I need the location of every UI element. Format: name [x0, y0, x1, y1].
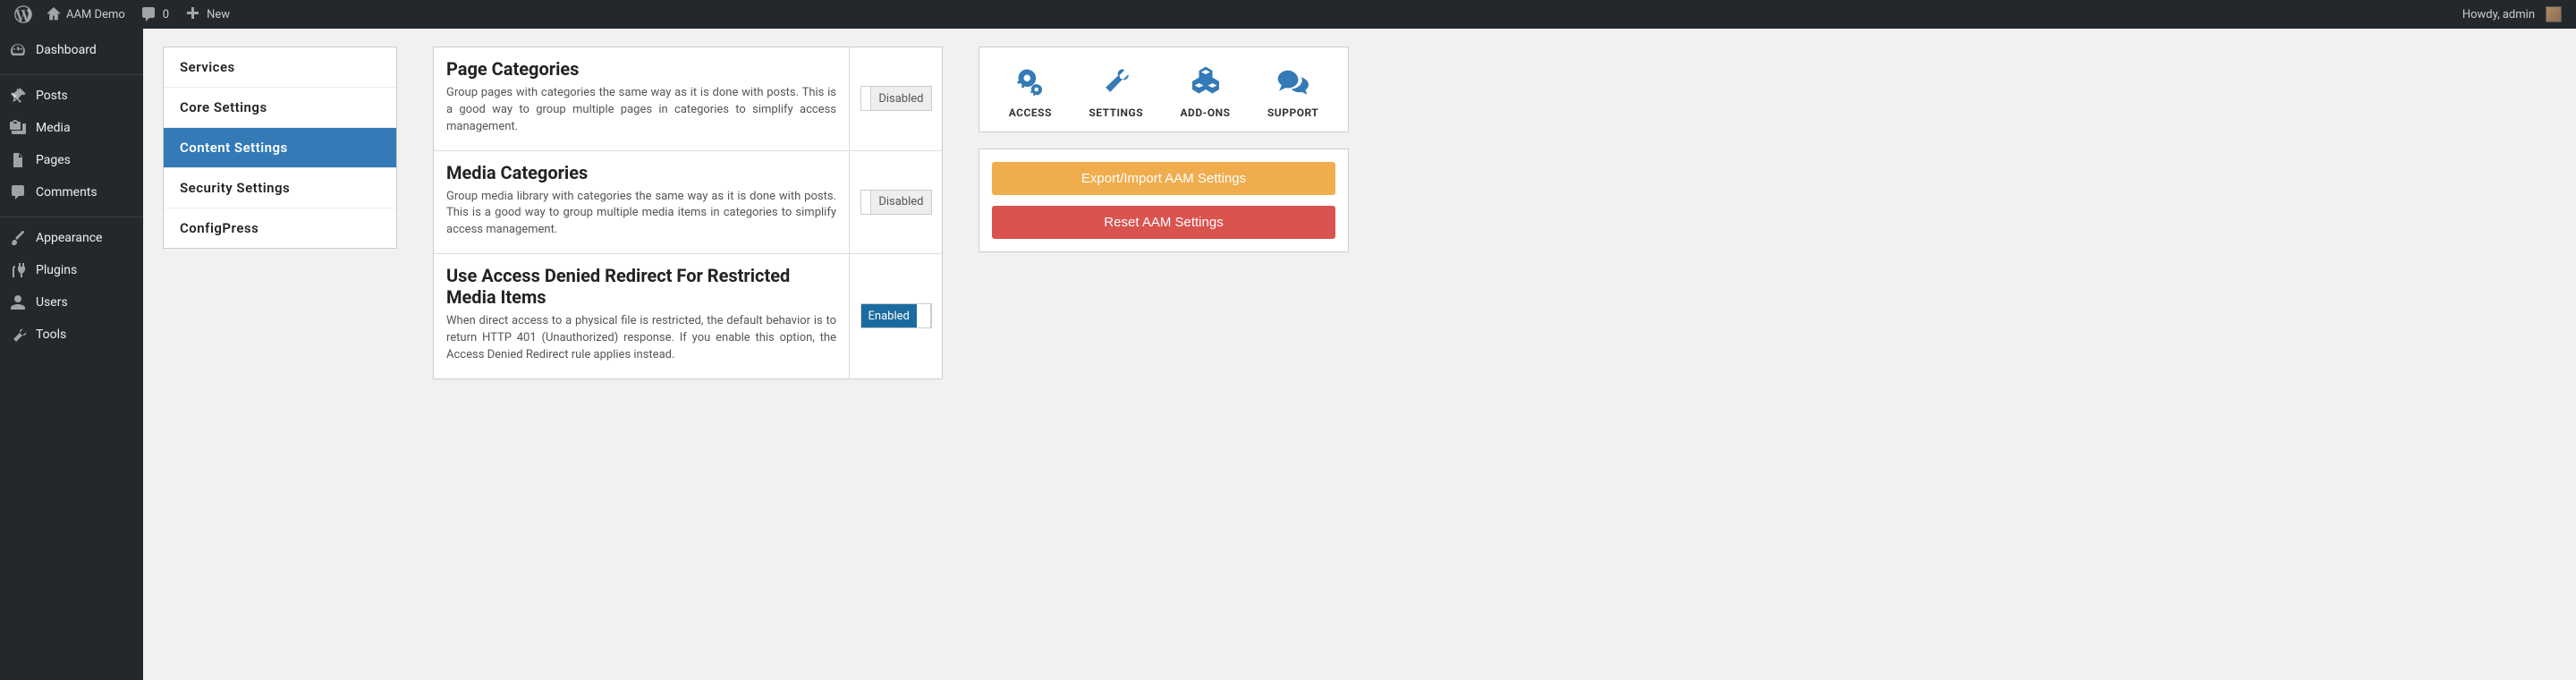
- new-content[interactable]: New: [176, 0, 237, 29]
- menu-separator: [0, 213, 143, 217]
- brush-icon: [9, 229, 27, 247]
- nav-caption: SUPPORT: [1267, 106, 1318, 119]
- toggle-access-denied-redirect[interactable]: Enabled: [860, 303, 932, 328]
- wordpress-icon: [14, 5, 32, 23]
- nav-access[interactable]: ACCESS: [1009, 65, 1052, 119]
- cogs-icon: [1014, 65, 1046, 98]
- menu-dashboard[interactable]: Dashboard: [0, 34, 143, 66]
- menu-label: Users: [36, 295, 68, 310]
- settings-panel: Page Categories Group pages with categor…: [433, 47, 943, 379]
- setting-media-categories: Media Categories Group media library wit…: [434, 151, 942, 255]
- site-title-text: AAM Demo: [66, 8, 125, 21]
- menu-label: Tools: [36, 327, 66, 342]
- home-icon: [47, 7, 61, 21]
- tab-label: Security Settings: [180, 180, 290, 196]
- setting-page-categories: Page Categories Group pages with categor…: [434, 47, 942, 151]
- menu-appearance[interactable]: Appearance: [0, 222, 143, 254]
- menu-plugins[interactable]: Plugins: [0, 254, 143, 286]
- menu-label: Dashboard: [36, 43, 97, 57]
- comment-icon: [9, 183, 27, 201]
- right-panel: ACCESS SETTINGS ADD-ONS SUPPORT Export/I…: [979, 47, 1349, 252]
- export-import-button[interactable]: Export/Import AAM Settings: [992, 162, 1335, 195]
- wrench-icon: [1100, 65, 1132, 98]
- wrench-icon: [9, 326, 27, 344]
- tab-label: ConfigPress: [180, 220, 258, 236]
- button-label: Reset AAM Settings: [1104, 215, 1223, 230]
- tab-core-settings[interactable]: Core Settings: [164, 88, 396, 128]
- setting-description: Group pages with categories the same way…: [446, 85, 836, 136]
- aam-nav-icons: ACCESS SETTINGS ADD-ONS SUPPORT: [979, 47, 1349, 132]
- plug-icon: [9, 261, 27, 279]
- comments-count: 0: [163, 8, 169, 21]
- menu-posts[interactable]: Posts: [0, 80, 143, 112]
- tab-security-settings[interactable]: Security Settings: [164, 168, 396, 208]
- toggle-label: Enabled: [861, 304, 917, 327]
- admin-menu: Dashboard Posts Media Pages Comments App…: [0, 29, 143, 680]
- plus-icon: [183, 5, 201, 23]
- avatar: [2546, 6, 2562, 22]
- tab-configpress[interactable]: ConfigPress: [164, 208, 396, 248]
- aam-actions: Export/Import AAM Settings Reset AAM Set…: [979, 149, 1349, 252]
- my-account[interactable]: Howdy, admin: [2455, 0, 2569, 29]
- toggle-media-categories[interactable]: Disabled: [860, 190, 932, 215]
- toggle-handle: [917, 304, 931, 327]
- reset-settings-button[interactable]: Reset AAM Settings: [992, 206, 1335, 239]
- dashboard-icon: [9, 41, 27, 59]
- menu-separator: [0, 71, 143, 75]
- setting-access-denied-redirect: Use Access Denied Redirect For Restricte…: [434, 254, 942, 378]
- setting-title: Media Categories: [446, 162, 836, 183]
- menu-comments[interactable]: Comments: [0, 176, 143, 208]
- nav-caption: ADD-ONS: [1180, 106, 1230, 119]
- settings-nav: Services Core Settings Content Settings …: [163, 47, 397, 249]
- comment-icon: [140, 5, 157, 23]
- menu-label: Plugins: [36, 263, 77, 277]
- setting-description: When direct access to a physical file is…: [446, 313, 836, 364]
- tab-label: Content Settings: [180, 140, 288, 156]
- menu-label: Media: [36, 121, 71, 135]
- menu-pages[interactable]: Pages: [0, 144, 143, 176]
- comments-link[interactable]: 0: [132, 0, 176, 29]
- chat-icon: [1277, 65, 1309, 98]
- setting-description: Group media library with categories the …: [446, 189, 836, 240]
- menu-users[interactable]: Users: [0, 286, 143, 319]
- toggle-page-categories[interactable]: Disabled: [860, 86, 932, 111]
- tab-label: Services: [180, 59, 235, 75]
- admin-bar: AAM Demo 0 New Howdy, admin: [0, 0, 2576, 29]
- button-label: Export/Import AAM Settings: [1081, 171, 1246, 186]
- menu-label: Appearance: [36, 231, 102, 245]
- toggle-handle: [861, 87, 872, 110]
- nav-caption: ACCESS: [1009, 106, 1052, 119]
- toggle-handle: [861, 191, 872, 214]
- wp-logo[interactable]: [7, 0, 39, 29]
- pages-icon: [9, 151, 27, 169]
- nav-settings[interactable]: SETTINGS: [1089, 65, 1143, 119]
- tab-label: Core Settings: [180, 99, 267, 115]
- howdy-text: Howdy, admin: [2462, 8, 2535, 21]
- nav-caption: SETTINGS: [1089, 106, 1143, 119]
- media-icon: [9, 119, 27, 137]
- main-content: Services Core Settings Content Settings …: [143, 29, 2576, 680]
- toggle-label: Disabled: [871, 87, 930, 110]
- cubes-icon: [1190, 65, 1222, 98]
- menu-media[interactable]: Media: [0, 112, 143, 144]
- setting-title: Use Access Denied Redirect For Restricte…: [446, 265, 836, 308]
- menu-label: Posts: [36, 89, 68, 103]
- menu-tools[interactable]: Tools: [0, 319, 143, 351]
- user-icon: [9, 293, 27, 311]
- setting-title: Page Categories: [446, 58, 836, 80]
- nav-support[interactable]: SUPPORT: [1267, 65, 1318, 119]
- pin-icon: [9, 87, 27, 105]
- nav-addons[interactable]: ADD-ONS: [1180, 65, 1230, 119]
- menu-label: Comments: [36, 185, 97, 200]
- toggle-label: Disabled: [871, 191, 930, 214]
- tab-content-settings[interactable]: Content Settings: [164, 128, 396, 168]
- site-name[interactable]: AAM Demo: [39, 0, 132, 29]
- tab-services[interactable]: Services: [164, 47, 396, 88]
- menu-label: Pages: [36, 153, 71, 167]
- new-label: New: [207, 8, 230, 21]
